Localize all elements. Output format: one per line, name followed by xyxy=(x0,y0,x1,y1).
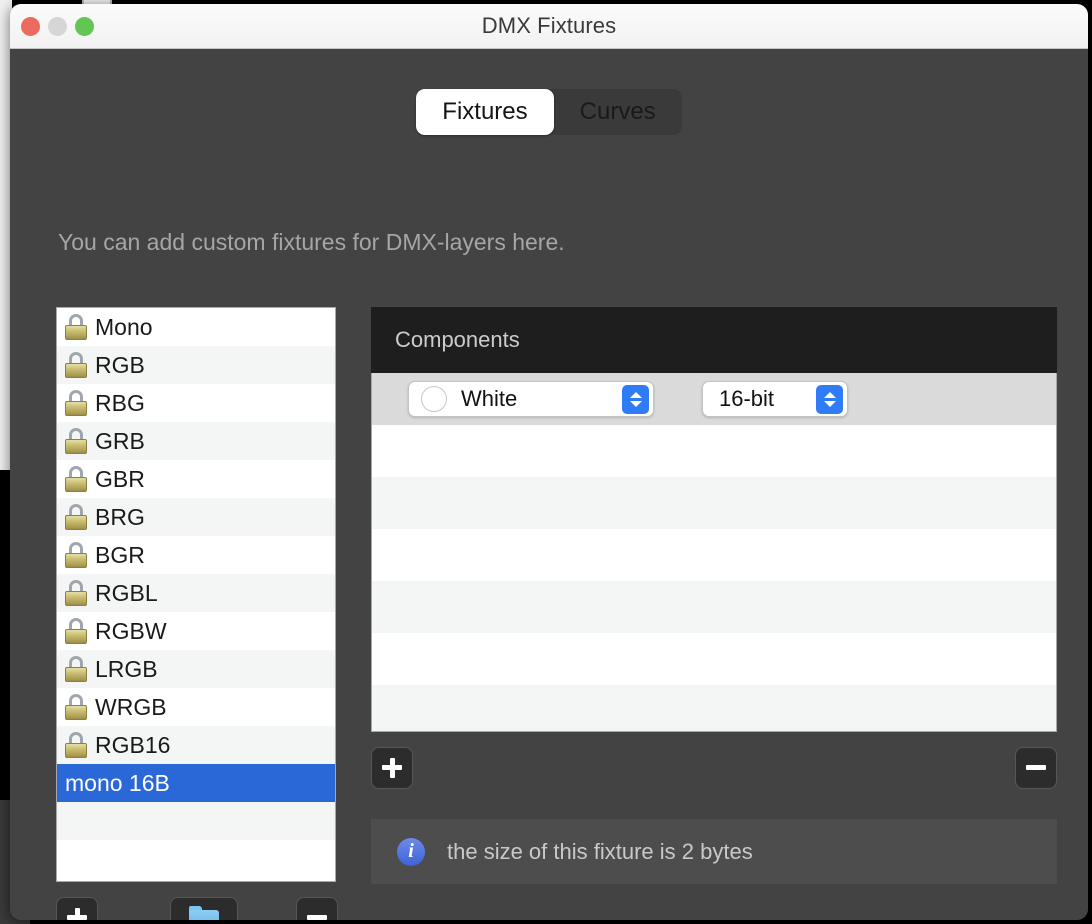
lock-icon xyxy=(65,694,87,720)
list-item-label: WRGB xyxy=(95,693,167,720)
list-item[interactable]: RBG xyxy=(57,384,335,422)
list-item-label: LRGB xyxy=(95,655,158,682)
minus-icon xyxy=(307,908,327,920)
list-item[interactable]: BGR xyxy=(57,536,335,574)
fixture-list-toolbar xyxy=(56,897,338,920)
info-message: the size of this fixture is 2 bytes xyxy=(447,838,753,864)
list-item[interactable]: RGB xyxy=(57,346,335,384)
lock-icon xyxy=(65,428,87,454)
plus-icon xyxy=(382,758,402,778)
folder-icon xyxy=(189,906,219,920)
lock-icon xyxy=(65,542,87,568)
component-bitdepth-value: 16-bit xyxy=(719,386,775,411)
component-row-empty[interactable] xyxy=(372,685,1056,731)
list-item[interactable]: BRG xyxy=(57,498,335,536)
window-title: DMX Fixtures xyxy=(481,13,617,38)
chevron-updown-icon[interactable] xyxy=(816,384,843,414)
lock-icon xyxy=(65,580,87,606)
chevron-updown-icon[interactable] xyxy=(622,384,649,414)
component-color-value: White xyxy=(461,386,518,411)
list-item-label: Mono xyxy=(95,313,153,340)
zoom-button[interactable] xyxy=(75,17,94,36)
tab-fixtures[interactable]: Fixtures xyxy=(416,89,554,135)
list-item-label: BRG xyxy=(95,503,145,530)
close-button[interactable] xyxy=(21,17,40,36)
add-component-button[interactable] xyxy=(371,747,413,789)
list-item-label: GRB xyxy=(95,427,145,454)
component-row-empty[interactable] xyxy=(372,425,1056,477)
open-folder-button[interactable] xyxy=(170,897,238,920)
component-row-empty[interactable] xyxy=(372,633,1056,685)
component-bitdepth-select[interactable]: 16-bit xyxy=(702,381,848,417)
traffic-light-group xyxy=(21,17,94,36)
list-item[interactable]: RGB16 xyxy=(57,726,335,764)
list-item[interactable]: RGBL xyxy=(57,574,335,612)
list-item-label: BGR xyxy=(95,541,145,568)
list-item[interactable]: Mono xyxy=(57,308,335,346)
list-item[interactable]: RGBW xyxy=(57,612,335,650)
add-fixture-button[interactable] xyxy=(56,897,98,920)
components-panel: Components White 16-bit xyxy=(371,307,1057,732)
lock-icon xyxy=(65,314,87,340)
list-item[interactable]: GRB xyxy=(57,422,335,460)
list-item-label: RGBL xyxy=(95,579,158,606)
page-subtitle: You can add custom fixtures for DMX-laye… xyxy=(58,229,565,255)
list-item-empty[interactable] xyxy=(57,802,335,840)
lock-icon xyxy=(65,732,87,758)
tab-curves[interactable]: Curves xyxy=(554,89,682,135)
list-item[interactable]: WRGB xyxy=(57,688,335,726)
minus-icon xyxy=(1026,758,1046,778)
components-title: Components xyxy=(395,327,520,352)
components-table[interactable]: White 16-bit xyxy=(371,373,1057,732)
list-item-label: mono 16B xyxy=(65,769,170,796)
lock-icon xyxy=(65,352,87,378)
list-item-label: RGBW xyxy=(95,617,167,644)
lock-icon xyxy=(65,390,87,416)
dmx-fixtures-window: DMX Fixtures Fixtures Curves You can add… xyxy=(10,4,1088,920)
remove-component-button[interactable] xyxy=(1015,747,1057,789)
desktop-backdrop: DMX Fixtures Fixtures Curves You can add… xyxy=(0,0,1092,924)
info-icon: i xyxy=(397,837,425,866)
remove-fixture-button[interactable] xyxy=(296,897,338,920)
fixture-list[interactable]: Mono RGB RBG GRB GBR BRG BGR RGBL RGBW L… xyxy=(56,307,336,882)
list-item[interactable]: GBR xyxy=(57,460,335,498)
list-item[interactable]: LRGB xyxy=(57,650,335,688)
components-header: Components xyxy=(371,307,1057,373)
info-bar: i the size of this fixture is 2 bytes xyxy=(371,819,1057,884)
component-row[interactable]: White 16-bit xyxy=(372,373,1056,425)
minimize-button[interactable] xyxy=(48,17,67,36)
list-item-label: RGB16 xyxy=(95,731,171,758)
list-item-label: RBG xyxy=(95,389,145,416)
components-toolbar xyxy=(371,747,1057,789)
component-row-empty[interactable] xyxy=(372,529,1056,581)
segmented-tab-control: Fixtures Curves xyxy=(416,89,682,135)
lock-icon xyxy=(65,504,87,530)
window-titlebar: DMX Fixtures xyxy=(10,4,1088,49)
list-item-label: GBR xyxy=(95,465,145,492)
component-color-select[interactable]: White xyxy=(408,381,654,417)
list-item-empty[interactable] xyxy=(57,840,335,878)
lock-icon xyxy=(65,466,87,492)
window-body: Fixtures Curves You can add custom fixtu… xyxy=(10,49,1088,920)
lock-icon xyxy=(65,656,87,682)
tabbar-container: Fixtures Curves xyxy=(10,89,1088,135)
component-row-empty[interactable] xyxy=(372,581,1056,633)
list-item-selected[interactable]: mono 16B xyxy=(57,764,335,802)
lock-icon xyxy=(65,618,87,644)
component-row-empty[interactable] xyxy=(372,477,1056,529)
color-swatch-icon xyxy=(421,386,447,412)
list-item-label: RGB xyxy=(95,351,145,378)
plus-icon xyxy=(67,908,87,920)
